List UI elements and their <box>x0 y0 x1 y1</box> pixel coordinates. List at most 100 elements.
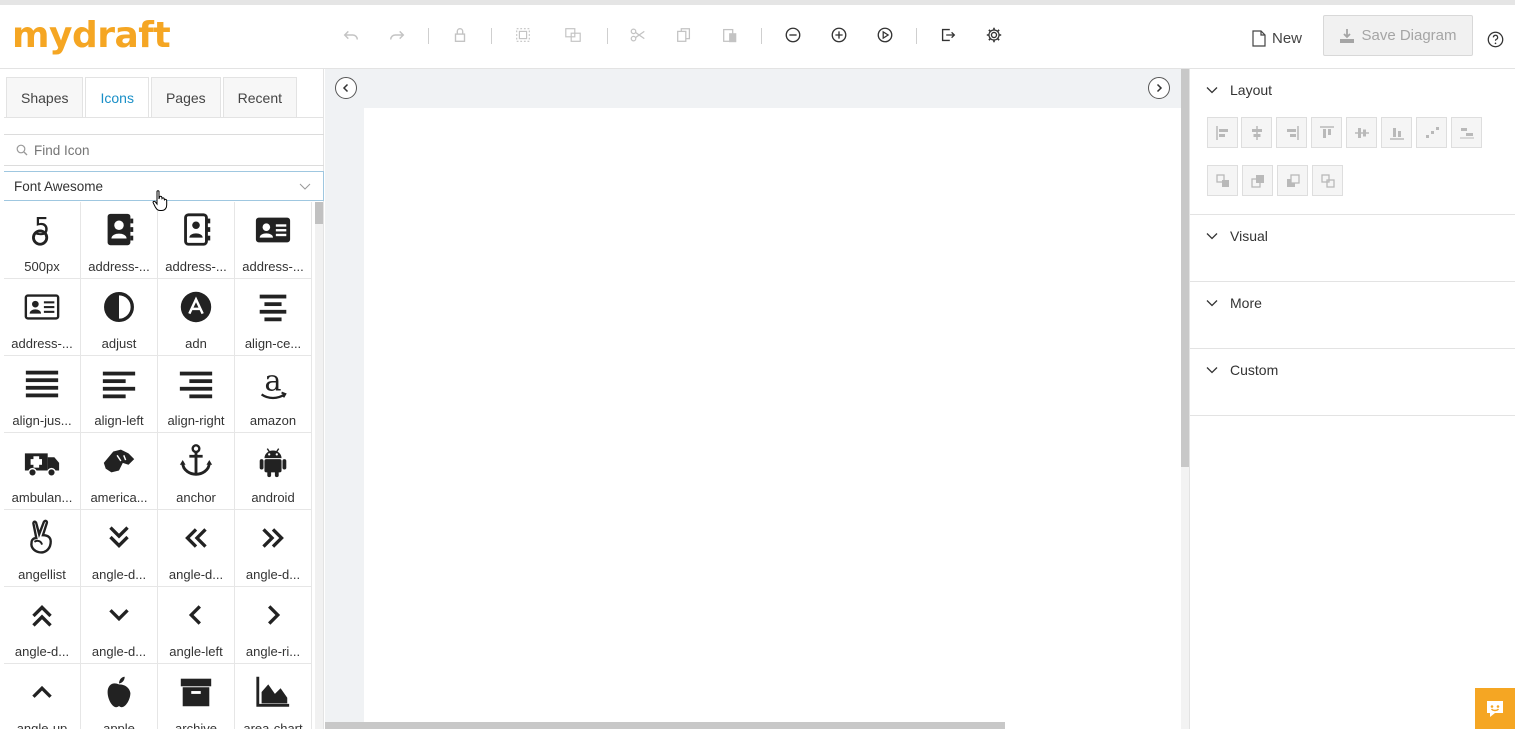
icon-tile[interactable]: angle-d... <box>4 587 81 664</box>
icon-tile-label: angle-left <box>169 644 223 659</box>
icon-tile[interactable]: adjust <box>81 279 158 356</box>
custom-section-header[interactable]: Custom <box>1206 362 1278 378</box>
search-input[interactable] <box>34 142 314 158</box>
align-left-edges-button[interactable] <box>1207 117 1238 148</box>
icon-tile[interactable]: ambulan... <box>4 433 81 510</box>
icon-tile[interactable]: address-... <box>235 202 312 279</box>
icon-tile[interactable]: address-... <box>4 279 81 356</box>
undo-button[interactable] <box>338 22 364 48</box>
angle-double-down-icon <box>99 518 139 558</box>
align-bottom-edges-button[interactable] <box>1381 117 1412 148</box>
icon-tile[interactable]: anchor <box>158 433 235 510</box>
icon-tile[interactable]: address-... <box>158 202 235 279</box>
tab-pages[interactable]: Pages <box>150 77 221 117</box>
canvas-vertical-scrollbar[interactable] <box>1181 69 1189 729</box>
zoom-out-button[interactable] <box>780 22 806 48</box>
toolbar-divider <box>428 28 429 44</box>
tab-icons[interactable]: Icons <box>85 77 149 117</box>
icon-tile-label: archive <box>175 721 217 729</box>
icon-tile-label: align-ce... <box>244 336 302 351</box>
ungroup-icon <box>565 28 581 42</box>
bring-to-front-button[interactable] <box>1242 165 1273 196</box>
send-backward-button[interactable] <box>1277 165 1308 196</box>
chevron-down-icon <box>1206 300 1218 307</box>
toolbar-divider <box>607 28 608 44</box>
icon-tile[interactable]: angle-d... <box>81 510 158 587</box>
cut-button[interactable] <box>625 22 651 48</box>
icon-tile[interactable]: 5 500px <box>4 202 81 279</box>
icon-tile[interactable]: align-jus... <box>4 356 81 433</box>
canvas-horizontal-scrollbar[interactable] <box>325 722 1005 729</box>
icon-tile[interactable]: align-left <box>81 356 158 433</box>
icon-tile[interactable]: align-ce... <box>235 279 312 356</box>
diagram-page[interactable] <box>364 108 1181 729</box>
visual-section-header[interactable]: Visual <box>1206 228 1268 244</box>
distribute-vertical-button[interactable] <box>1451 117 1482 148</box>
ungroup-button[interactable] <box>560 22 586 48</box>
angle-right-icon <box>253 595 293 635</box>
scrollbar-thumb[interactable] <box>1181 69 1189 467</box>
zoom-in-button[interactable] <box>826 22 852 48</box>
icon-tile[interactable]: align-right <box>158 356 235 433</box>
icon-tile[interactable]: angle-d... <box>158 510 235 587</box>
icon-tile[interactable]: a amazon <box>235 356 312 433</box>
undo-icon <box>343 30 359 40</box>
play-icon <box>877 27 893 43</box>
icon-search <box>4 134 324 166</box>
chevron-right-icon <box>1156 83 1163 93</box>
tab-shapes[interactable]: Shapes <box>6 77 84 117</box>
scrollbar-thumb[interactable] <box>315 202 323 224</box>
copy-button[interactable] <box>671 22 697 48</box>
icon-tile[interactable]: area-chart <box>235 664 312 729</box>
lock-icon <box>454 28 466 42</box>
new-button[interactable]: New <box>1252 26 1302 50</box>
copy-icon <box>677 28 691 42</box>
group-button[interactable] <box>510 22 536 48</box>
more-section-header[interactable]: More <box>1206 295 1262 311</box>
help-icon[interactable] <box>1487 31 1504 48</box>
save-diagram-button[interactable]: Save Diagram <box>1323 15 1473 56</box>
icon-grid-scrollbar[interactable] <box>315 202 323 729</box>
send-to-back-button[interactable] <box>1312 165 1343 196</box>
align-vertical-center-button[interactable] <box>1346 117 1377 148</box>
icon-tile[interactable]: angle-d... <box>235 510 312 587</box>
bring-forward-button[interactable] <box>1207 165 1238 196</box>
icon-tile[interactable]: angle-left <box>158 587 235 664</box>
icon-tile[interactable]: adn <box>158 279 235 356</box>
distribute-vertical-icon <box>1459 127 1474 138</box>
logo[interactable]: mydraft <box>12 15 171 56</box>
icon-tile[interactable]: angle-d... <box>81 587 158 664</box>
cut-icon <box>630 28 645 42</box>
icon-tile[interactable]: address-... <box>81 202 158 279</box>
align-top-edges-button[interactable] <box>1311 117 1342 148</box>
lock-button[interactable] <box>447 22 473 48</box>
align-right-edges-button[interactable] <box>1276 117 1307 148</box>
align-horizontal-center-button[interactable] <box>1241 117 1272 148</box>
toolbar-divider <box>491 28 492 44</box>
redo-button[interactable] <box>384 22 410 48</box>
icon-tile-label: anchor <box>176 490 216 505</box>
icon-tile[interactable]: android <box>235 433 312 510</box>
search-icon <box>16 144 28 156</box>
chat-widget-button[interactable] <box>1475 688 1515 729</box>
icon-tile[interactable]: angle-up <box>4 664 81 729</box>
icon-tile[interactable]: america... <box>81 433 158 510</box>
icon-tile[interactable]: apple <box>81 664 158 729</box>
distribute-horizontal-button[interactable] <box>1416 117 1447 148</box>
android-icon <box>253 441 293 481</box>
icon-tile-label: adn <box>185 336 207 351</box>
section-title: Layout <box>1230 82 1273 98</box>
settings-button[interactable] <box>981 22 1007 48</box>
collapse-left-button[interactable] <box>335 77 357 99</box>
icon-tile[interactable]: archive <box>158 664 235 729</box>
paste-button[interactable] <box>717 22 743 48</box>
collapse-right-button[interactable] <box>1148 77 1170 99</box>
icon-tile[interactable]: angle-ri... <box>235 587 312 664</box>
layout-section-header[interactable]: Layout <box>1206 82 1272 98</box>
export-button[interactable] <box>935 22 961 48</box>
tab-recent[interactable]: Recent <box>222 77 298 117</box>
icon-tile[interactable]: angellist <box>4 510 81 587</box>
section-title: Custom <box>1230 362 1279 378</box>
chevron-left-icon <box>342 83 349 93</box>
play-button[interactable] <box>872 22 898 48</box>
